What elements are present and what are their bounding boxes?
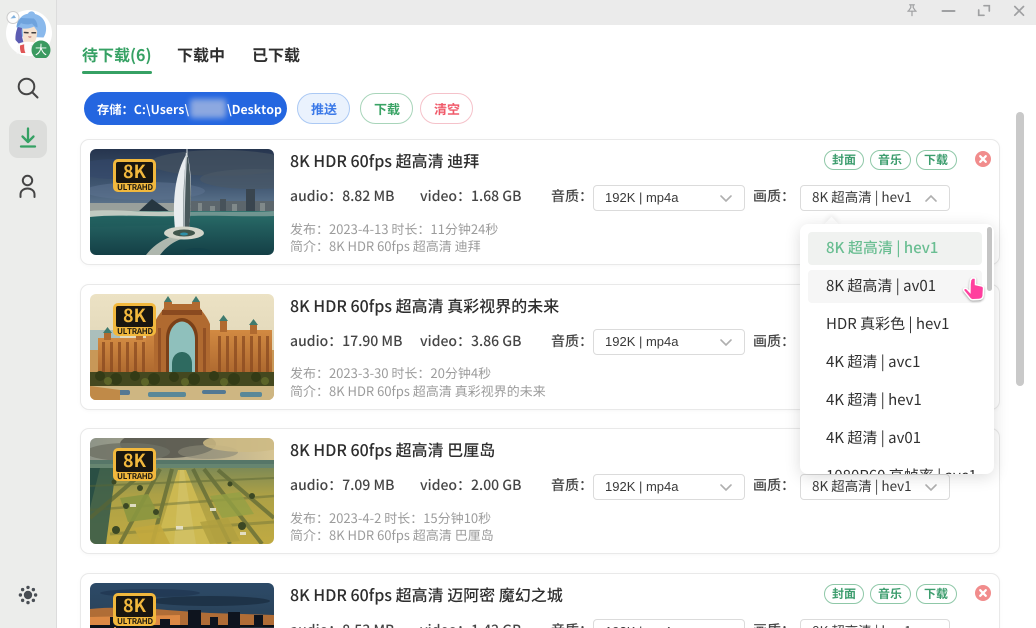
svg-text:大: 大 — [35, 43, 47, 57]
